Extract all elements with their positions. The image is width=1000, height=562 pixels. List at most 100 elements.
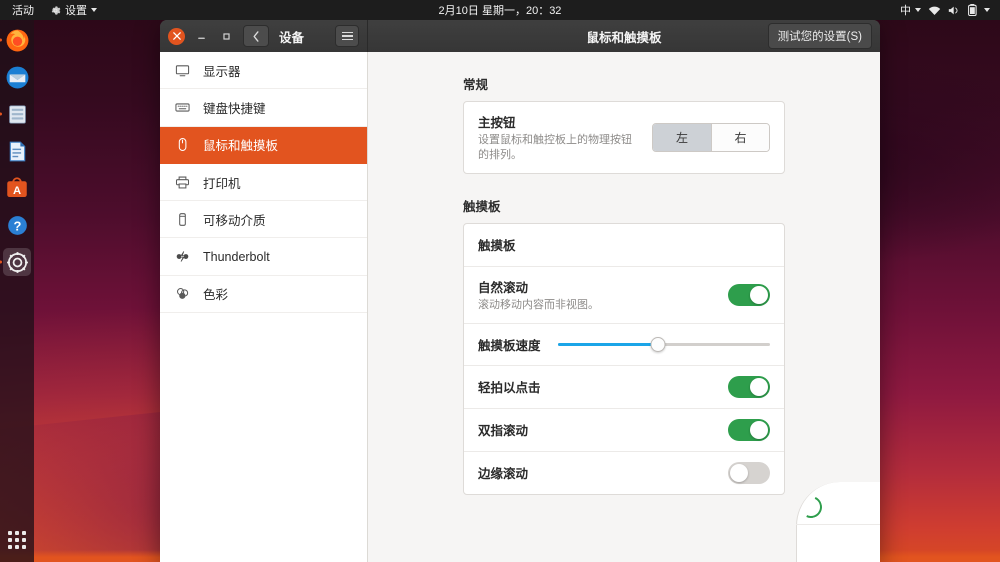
sidebar-item-printers[interactable]: 打印机 (160, 164, 367, 202)
sidebar-item-label: 显示器 (203, 64, 241, 79)
activities-button[interactable]: 活动 (12, 2, 34, 18)
titlebar-right: 鼠标和触摸板 测试您的设置(S) (368, 20, 880, 52)
dock-item-files[interactable] (0, 100, 31, 128)
libreoffice-writer-icon (9, 141, 25, 161)
sidebar-item-label: Thunderbolt (203, 249, 270, 264)
two-finger-scroll-toggle[interactable] (728, 418, 770, 441)
chevron-down-icon (915, 8, 921, 12)
removable-media-icon (174, 212, 190, 227)
dock-item-thunderbird[interactable] (3, 63, 31, 91)
ubuntu-software-icon: A (7, 177, 27, 197)
app-menu-button[interactable]: 设置 (50, 2, 97, 18)
primary-button-option-right[interactable]: 右 (711, 123, 769, 151)
settings-content: 常规 主按钮 设置鼠标和触控板上的物理按钮的排列。 左 右 触摸板 触摸板 自然… (368, 52, 880, 562)
top-bar-status-area[interactable]: 中 (900, 2, 1000, 18)
sidebar-item-displays[interactable]: 显示器 (160, 52, 367, 90)
running-indicator (0, 260, 2, 264)
general-card: 主按钮 设置鼠标和触控板上的物理按钮的排列。 左 右 (463, 101, 785, 174)
top-bar: 活动 设置 2月10日 星期一，20：32 中 (0, 0, 1000, 20)
thunderbolt-icon (174, 249, 190, 264)
show-applications-button[interactable] (3, 526, 31, 554)
test-your-settings-button[interactable]: 测试您的设置(S) (767, 23, 872, 49)
slider-handle[interactable] (650, 336, 666, 352)
running-indicator (0, 38, 2, 42)
dock-item-libreoffice-writer[interactable] (3, 137, 31, 165)
wifi-icon (928, 5, 941, 16)
tap-to-click-toggle[interactable] (728, 375, 770, 398)
chevron-left-icon (253, 30, 259, 42)
dock-item-settings[interactable] (0, 248, 31, 276)
sidebar-item-removable-media[interactable]: 可移动介质 (160, 201, 367, 239)
touchpad-speed-slider[interactable] (558, 335, 770, 353)
row-tap-to-click: 轻拍以点击 (464, 364, 784, 408)
row-edge-scroll: 边缘滚动 (464, 450, 784, 494)
dock-item-ubuntu-software[interactable]: A (3, 174, 31, 202)
grid-dot (8, 531, 12, 535)
gear-icon (50, 5, 61, 16)
menu-line (341, 31, 353, 34)
titlebar-left: 设备 (160, 20, 368, 52)
color-icon (174, 286, 190, 301)
grid-dot (15, 538, 19, 542)
natural-scroll-toggle[interactable] (728, 283, 770, 306)
clock[interactable]: 2月10日 星期一，20：32 (0, 2, 1000, 18)
activities-label: 活动 (12, 5, 34, 17)
sidebar-item-label: 色彩 (203, 288, 229, 303)
app-menu-label: 设置 (65, 5, 87, 17)
sidebar-item-color[interactable]: 色彩 (160, 276, 367, 314)
row-touchpad-speed: 触摸板速度 (464, 322, 784, 365)
sidebar-item-mouse-and-touchpad[interactable]: 鼠标和触摸板 (160, 126, 367, 164)
settings-sidebar: 显示器 键盘快捷键 鼠标和触摸板 打印机 可移动介质 Thunderbolt 色… (160, 52, 368, 562)
dock-item-firefox[interactable] (0, 26, 31, 54)
close-icon[interactable] (168, 27, 185, 45)
files-icon (8, 105, 26, 123)
chevron-down-icon[interactable] (984, 8, 990, 12)
volume-icon (948, 5, 961, 16)
toggle-knob (730, 463, 748, 482)
battery-icon (968, 4, 977, 16)
hamburger-menu-button[interactable] (335, 25, 359, 47)
display-icon (174, 63, 190, 78)
edge-scroll-toggle[interactable] (728, 461, 770, 484)
row-text: 主按钮 设置鼠标和触控板上的物理按钮的排列。 (478, 112, 652, 163)
slider-fill (558, 342, 658, 346)
back-button[interactable] (243, 25, 269, 47)
menu-line (341, 38, 353, 41)
toggle-knob (750, 420, 768, 439)
grid-dot (8, 545, 12, 549)
row-text: 双指滚动 (478, 420, 728, 439)
chevron-down-icon (91, 8, 97, 12)
row-natural-scroll: 自然滚动 滚动移动内容而非视图。 (464, 265, 784, 323)
maximize-icon[interactable] (218, 28, 235, 45)
row-text: 触摸板速度 (478, 335, 558, 354)
settings-gear-icon (6, 251, 28, 273)
touchpad-header-label: 触摸板 (478, 239, 516, 254)
edge-scroll-label: 边缘滚动 (478, 467, 529, 482)
keyboard-icon (174, 100, 190, 115)
sidebar-item-label: 键盘快捷键 (203, 101, 266, 116)
window-left-title: 设备 (279, 30, 305, 45)
window-titlebar: 设备 鼠标和触摸板 测试您的设置(S) (160, 20, 880, 52)
input-method-indicator[interactable]: 中 (900, 2, 921, 18)
row-primary-button: 主按钮 设置鼠标和触控板上的物理按钮的排列。 左 右 (464, 102, 784, 173)
sidebar-item-label: 鼠标和触摸板 (203, 139, 279, 154)
sidebar-item-thunderbolt[interactable]: Thunderbolt (160, 238, 367, 276)
artifact-spinner-arc (796, 492, 826, 522)
dock-item-help[interactable]: ? (3, 211, 31, 239)
row-text: 自然滚动 滚动移动内容而非视图。 (478, 277, 728, 313)
natural-scroll-label: 自然滚动 (478, 280, 529, 295)
primary-button-segmented-control[interactable]: 左 右 (652, 122, 770, 152)
section-touchpad-title: 触摸板 (463, 199, 501, 214)
sidebar-item-keyboard-shortcuts[interactable]: 键盘快捷键 (160, 89, 367, 127)
primary-button-label: 主按钮 (478, 116, 516, 130)
primary-button-description: 设置鼠标和触控板上的物理按钮的排列。 (478, 134, 632, 161)
minimize-icon[interactable] (193, 28, 210, 45)
grid-dot (22, 531, 26, 535)
sidebar-item-label: 可移动介质 (203, 213, 266, 228)
input-method-label: 中 (900, 5, 911, 17)
touchpad-speed-label: 触摸板速度 (478, 338, 541, 353)
window-body: 显示器 键盘快捷键 鼠标和触摸板 打印机 可移动介质 Thunderbolt 色… (160, 52, 880, 562)
section-general-title: 常规 (463, 78, 489, 92)
primary-button-option-left[interactable]: 左 (653, 123, 711, 151)
tap-to-click-label: 轻拍以点击 (478, 381, 541, 396)
